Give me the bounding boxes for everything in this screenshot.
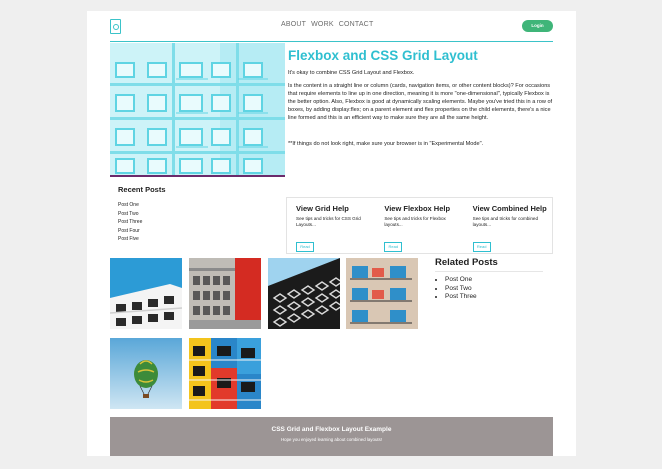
footer-subtitle: Hope you enjoyed learning about combined…	[280, 437, 383, 442]
page-container: ABOUT WORK CONTACT Login Flexbox and CSS…	[87, 11, 576, 456]
help-card-combined: View Combined Help See tips and tricks f…	[464, 198, 552, 253]
recent-posts: Recent Posts Post One Post Two Post Thre…	[110, 177, 285, 253]
page-footer: CSS Grid and Flexbox Layout Example Hope…	[110, 417, 553, 456]
help-cards: View Grid Help See tips and tricks for C…	[286, 197, 553, 254]
card-text: See tips and tricks for combined layouts…	[472, 216, 539, 228]
recent-post-link[interactable]: Post One	[118, 201, 142, 210]
read-button[interactable]: Read	[384, 242, 403, 252]
related-post-link[interactable]: Post One	[445, 276, 555, 285]
card-title: View Combined Help	[472, 204, 547, 213]
gallery-image-white-building[interactable]	[110, 258, 182, 329]
nav-item-work[interactable]: WORK	[311, 21, 334, 28]
gallery-image-dark-tower[interactable]	[268, 258, 340, 329]
body-text: Is the content in a straight line or col…	[288, 83, 553, 122]
hero-image	[110, 43, 285, 175]
related-posts-divider	[435, 271, 543, 272]
footer-title: CSS Grid and Flexbox Layout Example	[271, 426, 392, 433]
intro-text: It's okay to combine CSS Grid Layout and…	[288, 70, 415, 76]
recent-post-link[interactable]: Post Four	[118, 227, 142, 236]
gallery-image-red-wall[interactable]	[189, 258, 261, 329]
nav-item-contact[interactable]: CONTACT	[339, 21, 374, 28]
help-card-grid: View Grid Help See tips and tricks for C…	[287, 198, 375, 253]
header-divider	[110, 41, 553, 42]
recent-posts-title: Recent Posts	[118, 185, 166, 194]
nav-item-about[interactable]: ABOUT	[281, 21, 306, 28]
help-card-flexbox: View Flexbox Help See tips and tricks fo…	[375, 198, 463, 253]
related-posts-title: Related Posts	[435, 257, 498, 268]
card-title: View Grid Help	[296, 204, 349, 213]
gallery-image-colorful-building[interactable]	[189, 338, 261, 409]
read-button[interactable]: Read	[472, 242, 491, 252]
main-nav: ABOUT WORK CONTACT	[281, 21, 373, 28]
gallery-image-balcony-facade[interactable]	[346, 258, 418, 329]
card-text: See tips and tricks for Flexbox layouts.…	[384, 216, 446, 228]
related-post-link[interactable]: Post Two	[445, 285, 555, 294]
recent-posts-list: Post One Post Two Post Three Post Four P…	[118, 201, 142, 244]
read-button[interactable]: Read	[296, 242, 314, 252]
login-button[interactable]: Login	[522, 20, 553, 32]
card-title: View Flexbox Help	[384, 204, 451, 213]
note-text: **If things do not look right, make sure…	[288, 141, 484, 147]
building-facade-illustration	[110, 43, 285, 175]
recent-post-link[interactable]: Post Three	[118, 218, 142, 227]
recent-post-link[interactable]: Post Five	[118, 235, 142, 244]
gallery-image-hot-air-balloon[interactable]	[110, 338, 182, 409]
recent-post-link[interactable]: Post Two	[118, 210, 142, 219]
logo-icon[interactable]	[110, 19, 121, 34]
related-posts-list: Post One Post Two Post Three	[435, 276, 555, 302]
related-post-link[interactable]: Post Three	[445, 293, 555, 302]
page-title: Flexbox and CSS Grid Layout	[288, 48, 478, 63]
related-posts: Related Posts Post One Post Two Post Thr…	[435, 257, 555, 302]
card-text: See tips and tricks for CSS Grid Layouts…	[296, 216, 361, 228]
